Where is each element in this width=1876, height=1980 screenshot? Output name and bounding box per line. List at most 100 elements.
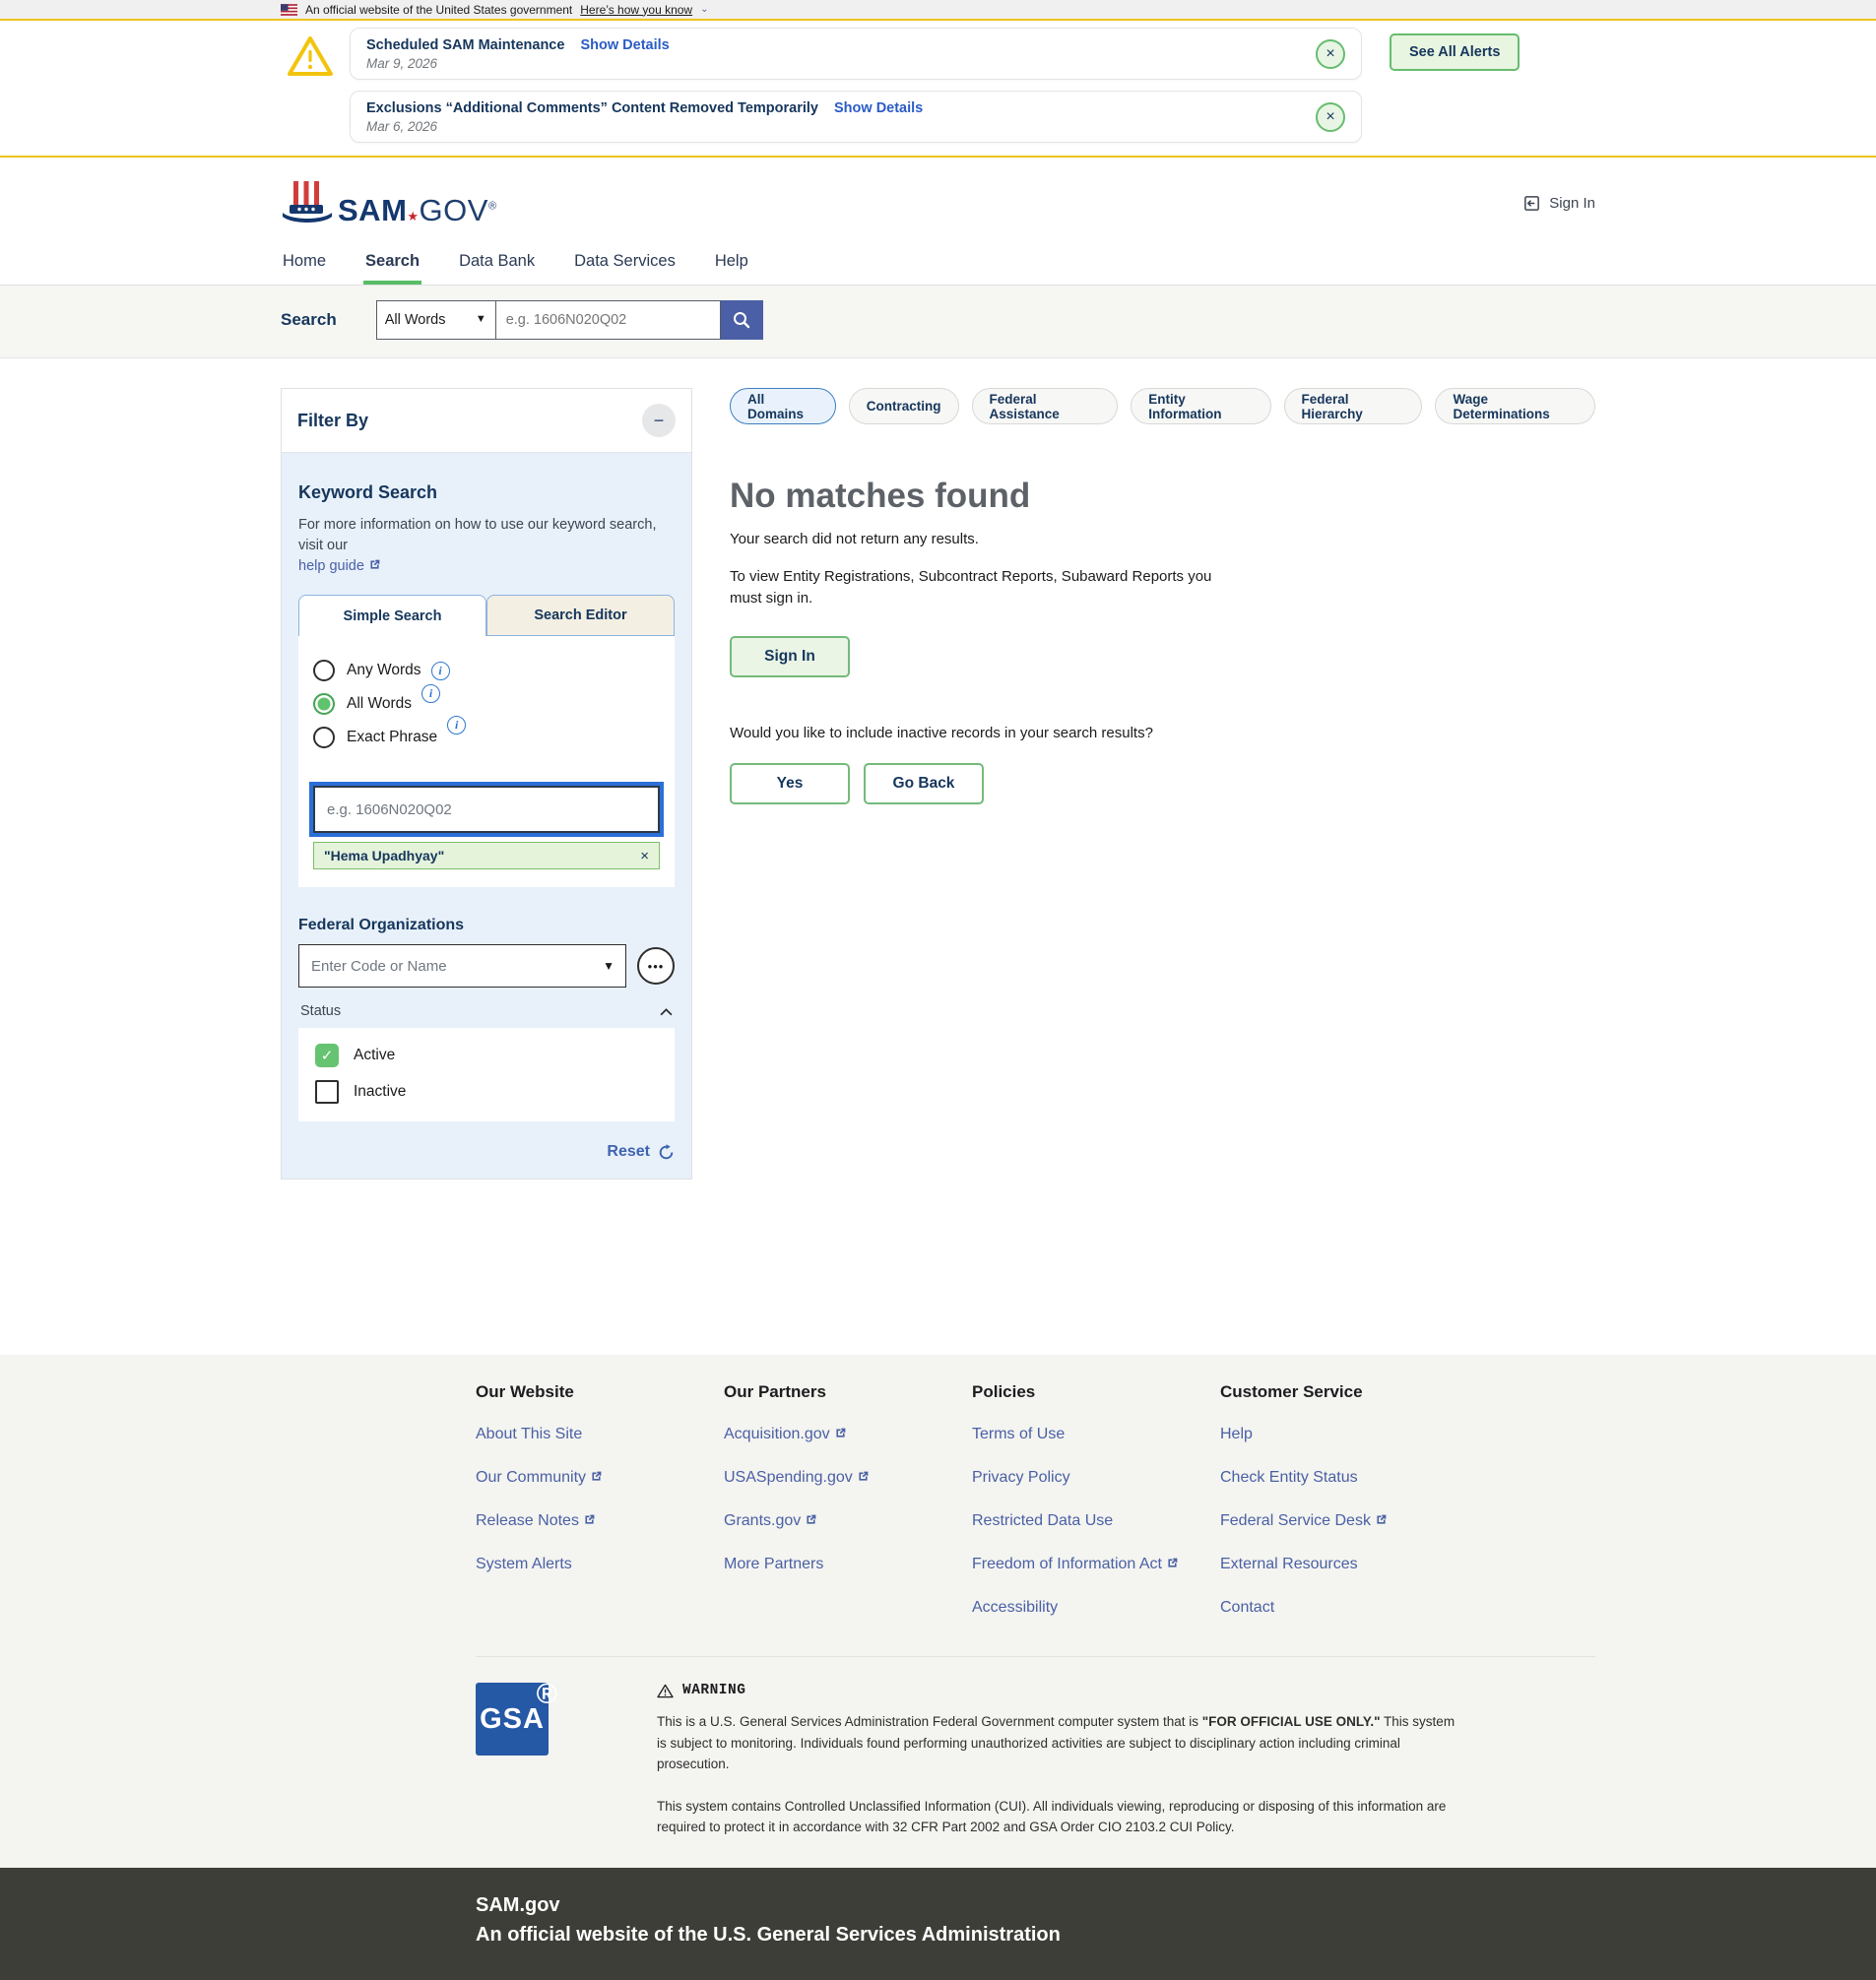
- see-all-alerts-button[interactable]: See All Alerts: [1390, 33, 1520, 71]
- main-nav: Home Search Data Bank Data Services Help: [0, 248, 1876, 286]
- footer-link-label: Federal Service Desk: [1220, 1512, 1371, 1529]
- footer-link-more-partners[interactable]: More Partners: [724, 1556, 972, 1573]
- dark-footer-subtitle: An official website of the U.S. General …: [476, 1924, 1595, 1947]
- chevron-down-icon: ⌄: [700, 4, 708, 15]
- warning-triangle-icon: [287, 33, 334, 78]
- status-section-header[interactable]: Status: [298, 1003, 675, 1019]
- yes-button[interactable]: Yes: [730, 763, 850, 804]
- info-icon[interactable]: i: [421, 684, 440, 703]
- warning-title: WARNING: [682, 1683, 745, 1698]
- collapse-filters-button[interactable]: −: [642, 404, 676, 437]
- reset-filters-link[interactable]: Reset: [607, 1143, 650, 1161]
- federal-organizations-heading: Federal Organizations: [298, 917, 675, 934]
- footer-link-privacy-policy[interactable]: Privacy Policy: [972, 1469, 1220, 1487]
- footer-link-terms-of-use[interactable]: Terms of Use: [972, 1426, 1220, 1443]
- search-mode-select[interactable]: All Words: [376, 300, 496, 340]
- radio-any-words[interactable]: [313, 660, 335, 681]
- alert-close-button[interactable]: ×: [1316, 102, 1345, 132]
- footer-link-external-resources[interactable]: External Resources: [1220, 1556, 1468, 1573]
- gsa-registered-mark: ®: [537, 1679, 558, 1711]
- ellipsis-icon: •••: [648, 959, 665, 974]
- banner-text: An official website of the United States…: [305, 3, 572, 17]
- nav-item-home[interactable]: Home: [281, 248, 328, 285]
- fed-org-more-button[interactable]: •••: [637, 947, 675, 985]
- radio-all-words-label: All Words: [347, 695, 412, 713]
- filter-by-title: Filter By: [297, 411, 368, 431]
- header-sign-in-link[interactable]: Sign In: [1522, 194, 1595, 213]
- domain-pill-federal-hierarchy[interactable]: Federal Hierarchy: [1284, 388, 1423, 424]
- alert-show-details-link[interactable]: Show Details: [834, 100, 923, 116]
- chip-remove-icon[interactable]: ×: [640, 848, 649, 864]
- sam-gov-logo[interactable]: SAM★GOV®: [281, 180, 497, 225]
- footer-link-label: Freedom of Information Act: [972, 1556, 1162, 1572]
- nav-item-data-bank[interactable]: Data Bank: [457, 248, 537, 285]
- checkbox-active-label: Active: [354, 1047, 395, 1064]
- footer-heading: Policies: [972, 1382, 1220, 1402]
- footer-link-federal-service-desk[interactable]: Federal Service Desk: [1220, 1512, 1468, 1530]
- radio-all-words[interactable]: [313, 693, 335, 715]
- info-icon[interactable]: i: [447, 716, 466, 735]
- help-guide-link[interactable]: help guide: [298, 558, 381, 574]
- footer-link-our-community[interactable]: Our Community: [476, 1469, 724, 1487]
- footer-link-grants-gov[interactable]: Grants.gov: [724, 1512, 972, 1530]
- banner-how-link[interactable]: Here’s how you know: [580, 3, 692, 17]
- gov-banner: An official website of the United States…: [0, 0, 1876, 21]
- footer-link-help[interactable]: Help: [1220, 1426, 1468, 1443]
- domain-pill-contracting[interactable]: Contracting: [849, 388, 959, 424]
- sign-in-button[interactable]: Sign In: [730, 636, 850, 677]
- warning-p1-bold: "FOR OFFICIAL USE ONLY.": [1202, 1714, 1381, 1729]
- footer-link-acquisition-gov[interactable]: Acquisition.gov: [724, 1426, 972, 1443]
- alert-date: Mar 9, 2026: [366, 56, 670, 71]
- footer-link-system-alerts[interactable]: System Alerts: [476, 1556, 724, 1573]
- domain-pill-all-domains[interactable]: All Domains: [730, 388, 836, 424]
- footer-link-contact[interactable]: Contact: [1220, 1599, 1468, 1617]
- fed-org-combobox[interactable]: [298, 944, 626, 988]
- external-link-icon: [1166, 1557, 1179, 1569]
- radio-exact-phrase[interactable]: [313, 727, 335, 748]
- no-matches-heading: No matches found: [730, 477, 1595, 516]
- help-guide-label: help guide: [298, 558, 364, 574]
- nav-item-data-services[interactable]: Data Services: [572, 248, 678, 285]
- footer-col-customer-service: Customer Service Help Check Entity Statu…: [1220, 1382, 1468, 1642]
- external-link-icon: [590, 1470, 603, 1483]
- chevron-up-icon: [660, 1007, 673, 1016]
- global-search-input[interactable]: [496, 300, 721, 340]
- footer-link-accessibility[interactable]: Accessibility: [972, 1599, 1220, 1617]
- go-back-button[interactable]: Go Back: [864, 763, 984, 804]
- fed-org-combobox-wrap: ▼: [298, 944, 626, 988]
- checkbox-inactive[interactable]: [315, 1080, 339, 1104]
- footer-link-about-this-site[interactable]: About This Site: [476, 1426, 724, 1443]
- footer-link-restricted-data-use[interactable]: Restricted Data Use: [972, 1512, 1220, 1530]
- external-link-icon: [583, 1513, 596, 1526]
- domain-pill-entity-information[interactable]: Entity Information: [1131, 388, 1270, 424]
- warning-paragraph-1: This is a U.S. General Services Administ…: [657, 1711, 1464, 1775]
- search-submit-button[interactable]: [721, 300, 763, 340]
- footer-link-release-notes[interactable]: Release Notes: [476, 1512, 724, 1530]
- alert-close-button[interactable]: ×: [1316, 39, 1345, 69]
- results-section: All Domains Contracting Federal Assistan…: [730, 388, 1595, 804]
- logo-sam: SAM: [338, 193, 407, 227]
- check-icon: ✓: [321, 1047, 334, 1064]
- search-mode-select-wrap: All Words ▼: [376, 300, 496, 340]
- footer-link-foia[interactable]: Freedom of Information Act: [972, 1556, 1220, 1573]
- external-link-icon: [1375, 1513, 1388, 1526]
- star-icon: ★: [407, 209, 419, 224]
- keyword-input[interactable]: [313, 786, 660, 833]
- domain-pill-wage-determinations[interactable]: Wage Determinations: [1435, 388, 1595, 424]
- checkbox-active[interactable]: ✓: [315, 1044, 339, 1067]
- domain-pill-federal-assistance[interactable]: Federal Assistance: [972, 388, 1119, 424]
- us-flag-icon: [281, 4, 297, 16]
- keyword-chip: "Hema Upadhyay" ×: [313, 842, 660, 869]
- tab-search-editor[interactable]: Search Editor: [486, 595, 675, 636]
- include-inactive-question: Would you like to include inactive recor…: [730, 725, 1595, 741]
- tab-simple-search[interactable]: Simple Search: [298, 595, 486, 636]
- reset-refresh-icon[interactable]: [658, 1144, 675, 1161]
- alerts-strip: Scheduled SAM Maintenance Show Details M…: [0, 21, 1876, 158]
- footer-link-check-entity-status[interactable]: Check Entity Status: [1220, 1469, 1468, 1487]
- alert-show-details-link[interactable]: Show Details: [580, 37, 669, 53]
- nav-item-search[interactable]: Search: [363, 248, 421, 285]
- info-icon[interactable]: i: [431, 662, 450, 680]
- footer-link-usaspending-gov[interactable]: USASpending.gov: [724, 1469, 972, 1487]
- nav-item-help[interactable]: Help: [713, 248, 750, 285]
- external-link-icon: [368, 558, 381, 571]
